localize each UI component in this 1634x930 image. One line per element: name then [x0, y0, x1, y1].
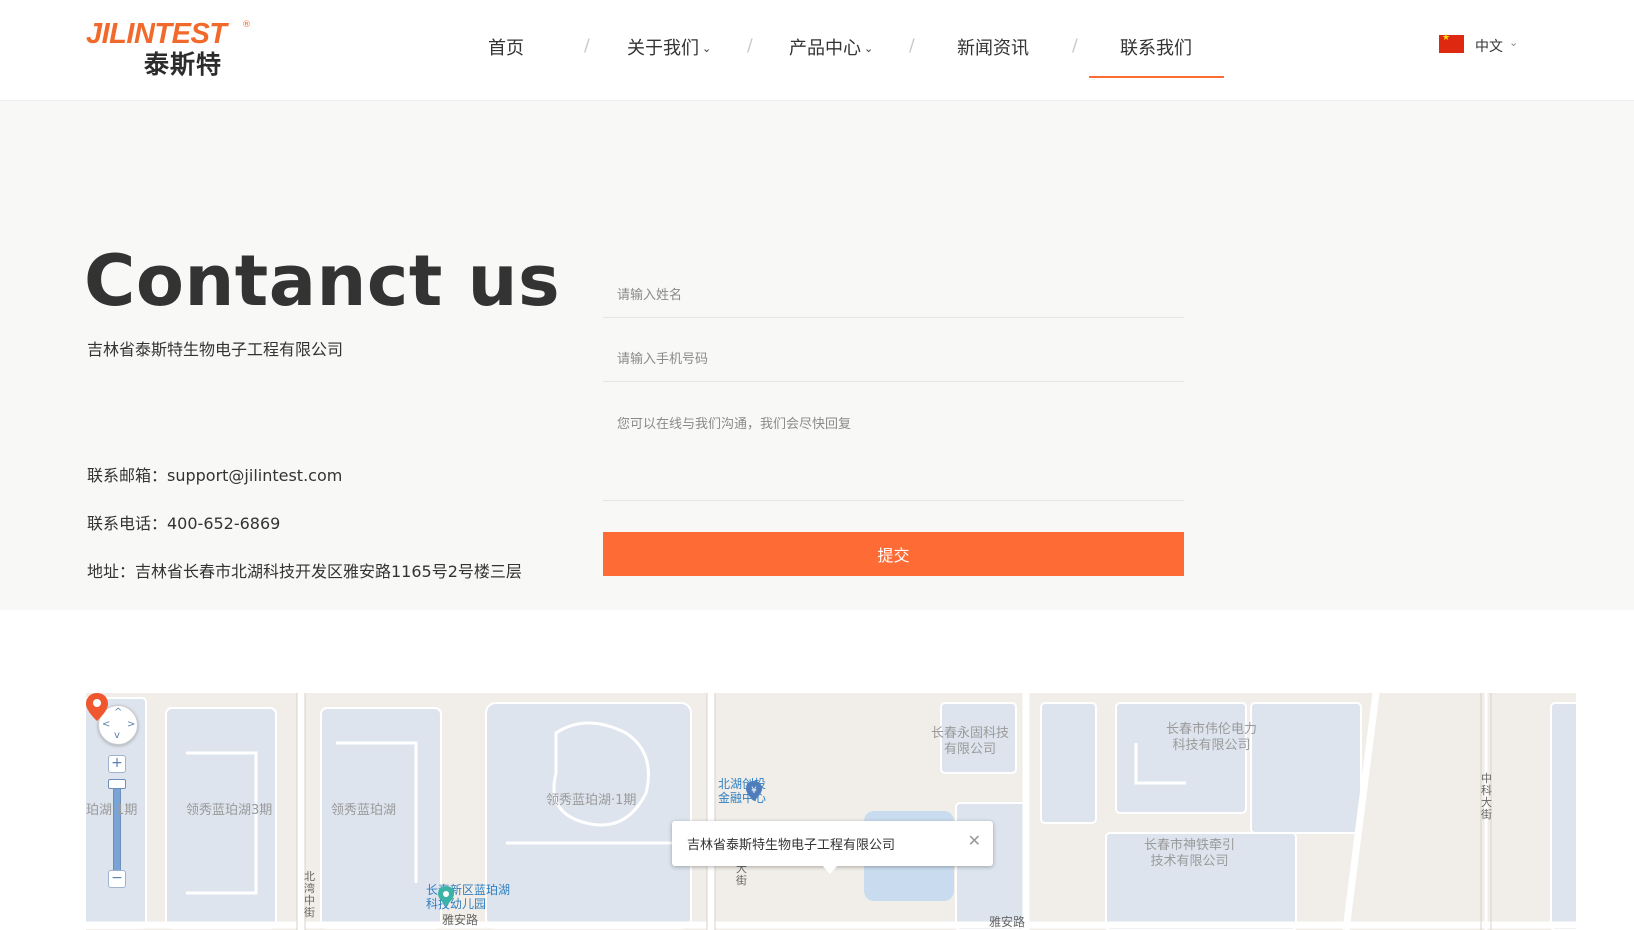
map-label: 长春永固科技 有限公司 — [931, 726, 1010, 757]
message-textarea[interactable] — [603, 401, 1184, 496]
name-input[interactable] — [603, 274, 1184, 317]
svg-text:¥: ¥ — [751, 786, 757, 796]
map-label: 长春市神铁牵引 技术有限公司 — [1144, 838, 1236, 869]
chevron-down-icon: ⌄ — [702, 42, 712, 55]
map-road-label: 雅安路 — [989, 915, 1026, 929]
active-nav-indicator — [1089, 76, 1224, 78]
nav-item-about[interactable]: 关于我们 ⌄ — [627, 34, 711, 60]
language-label: 中文 — [1475, 39, 1503, 55]
name-field-wrapper — [603, 274, 1184, 318]
map-road-label: 大 街 — [736, 862, 747, 888]
map-info-window: 吉林省泰斯特生物电子工程有限公司 ✕ — [672, 821, 993, 874]
zoom-slider-handle[interactable] — [108, 779, 126, 789]
map-road-label: 雅安路 — [442, 913, 479, 927]
map-label: 领秀蓝珀湖 — [331, 803, 397, 818]
map-road-label: 北 湾 中 街 — [304, 870, 315, 920]
nav-item-products[interactable]: 产品中心 ⌄ — [789, 34, 873, 60]
logo-chinese-text: 泰斯特 — [144, 50, 223, 79]
contact-email: 联系邮箱：support@jilintest.com — [87, 466, 343, 485]
nav-item-news[interactable]: 新闻资讯 — [957, 34, 1029, 60]
message-field-wrapper — [603, 401, 1184, 501]
nav-separator: / — [747, 36, 753, 56]
map-label: 领秀蓝珀湖·1期 — [546, 793, 637, 808]
map-label: 珀湖·1期 — [86, 803, 138, 818]
chevron-down-icon: ⌄ — [864, 42, 874, 55]
page-title: Contanct us — [84, 240, 561, 322]
logo-registered-mark: ® — [242, 20, 251, 30]
nav-separator: / — [1072, 36, 1078, 56]
submit-button[interactable]: 提交 — [603, 532, 1184, 576]
map-marker-icon[interactable] — [86, 693, 108, 721]
location-map[interactable]: ^ < > v + − 珀湖·1期 领秀蓝珀湖3期 领秀蓝珀湖 领秀蓝珀湖·1期… — [86, 693, 1576, 930]
nav-separator: / — [909, 36, 915, 56]
info-window-text: 吉林省泰斯特生物电子工程有限公司 — [687, 838, 896, 853]
nav-item-home[interactable]: 首页 — [488, 34, 524, 60]
map-poi-bank-icon: ¥ — [746, 781, 762, 801]
site-header: JILINTEST ® 泰斯特 首页 / 关于我们 ⌄ / 产品中心 ⌄ / 新闻资… — [0, 0, 1634, 101]
map-label: 领秀蓝珀湖3期 — [186, 803, 273, 818]
site-logo[interactable]: JILINTEST ® 泰斯特 — [86, 18, 256, 79]
phone-field-wrapper — [603, 338, 1184, 382]
map-poi-school-icon — [438, 886, 454, 906]
map-road-label: 中 科 大 街 — [1481, 772, 1492, 822]
close-icon[interactable]: ✕ — [968, 831, 981, 850]
china-flag-icon: ★ — [1439, 34, 1464, 53]
nav-item-contact[interactable]: 联系我们 — [1120, 34, 1192, 60]
zoom-out-button[interactable]: − — [108, 870, 126, 888]
chevron-down-icon: ⌄ — [1509, 36, 1519, 49]
nav-separator: / — [584, 36, 590, 56]
zoom-in-button[interactable]: + — [108, 755, 126, 773]
contact-address: 地址：吉林省长春市北湖科技开发区雅安路1165号2号楼三层 — [87, 562, 522, 581]
contact-section: Contanct us 吉林省泰斯特生物电子工程有限公司 联系邮箱：suppor… — [0, 101, 1634, 610]
zoom-slider-track[interactable] — [113, 781, 121, 875]
phone-input[interactable] — [603, 338, 1184, 381]
company-name: 吉林省泰斯特生物电子工程有限公司 — [87, 340, 344, 359]
contact-phone: 联系电话：400-652-6869 — [87, 514, 281, 533]
info-window-tail — [822, 865, 838, 874]
map-label: 长春市伟伦电力 科技有限公司 — [1166, 722, 1258, 753]
